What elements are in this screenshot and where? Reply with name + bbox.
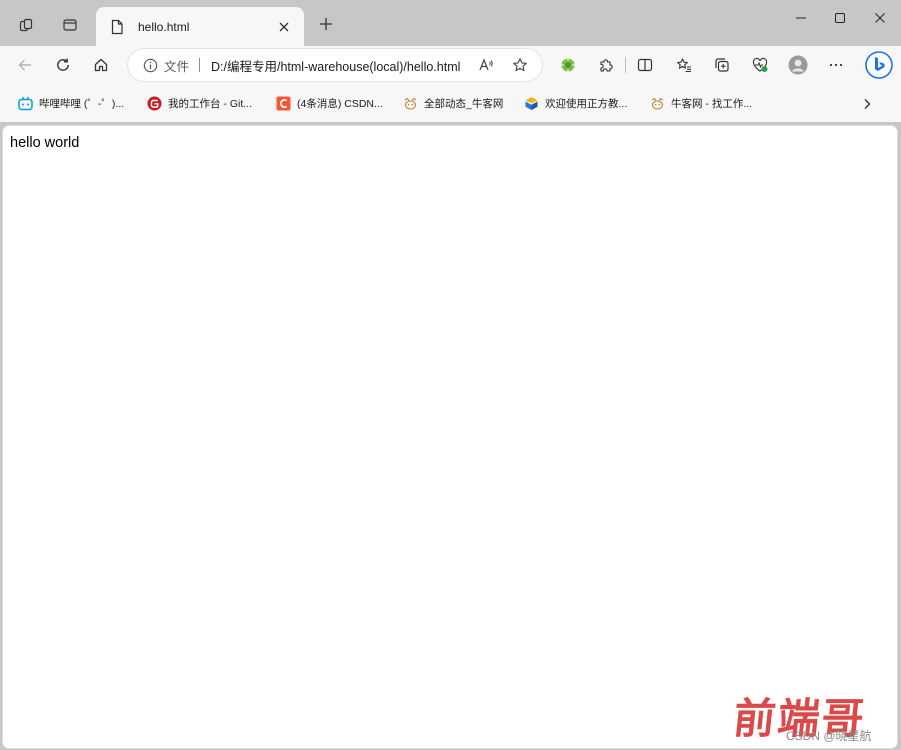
document-icon	[111, 19, 123, 34]
puzzle-icon	[600, 59, 613, 72]
minimize-icon	[796, 17, 806, 19]
minimize-button[interactable]	[779, 4, 823, 32]
scheme-label: 文件	[164, 59, 190, 74]
address-bar[interactable]: 文件 D:/编程专用/html-warehouse(local)/hello.h…	[128, 49, 542, 81]
bookmark-label: 欢迎使用正方教...	[545, 97, 628, 110]
tab-title: hello.html	[138, 19, 190, 34]
watermark-credit: CSDN @晓星航	[786, 729, 872, 743]
back-button[interactable]	[9, 49, 41, 81]
bing-icon	[865, 51, 893, 79]
maximize-icon	[835, 13, 845, 23]
plus-icon	[320, 18, 332, 30]
workspaces-icon	[19, 18, 33, 32]
url-text[interactable]: D:/编程专用/html-warehouse(local)/hello.html	[211, 56, 460, 75]
nowcoder-icon	[403, 96, 418, 111]
toolbar: 文件 D:/编程专用/html-warehouse(local)/hello.h…	[0, 46, 901, 84]
browser-essentials-button[interactable]	[744, 49, 776, 81]
home-button[interactable]	[85, 49, 117, 81]
bookmarks-overflow-button[interactable]	[856, 93, 878, 115]
profile-button[interactable]	[782, 49, 814, 81]
bing-copilot-button[interactable]	[862, 48, 896, 82]
refresh-icon	[57, 58, 69, 71]
bilibili-icon	[18, 96, 33, 111]
split-screen-button[interactable]	[629, 49, 661, 81]
favorites-list-icon	[677, 58, 691, 73]
extension-button[interactable]	[552, 49, 584, 81]
heart-pulse-icon	[752, 57, 768, 72]
bookmark-label: 牛客网 - 找工作...	[671, 97, 753, 110]
window-close-button[interactable]	[858, 4, 901, 32]
bookmark-zhengfang[interactable]: 欢迎使用正方教...	[524, 93, 627, 113]
collections-button[interactable]	[706, 49, 738, 81]
bookmark-nowcoder-jobs[interactable]: 牛客网 - 找工作...	[650, 93, 752, 113]
more-dots-icon	[829, 63, 843, 67]
tab-hello-html[interactable]: hello.html	[96, 7, 304, 46]
bookmark-gitee[interactable]: 我的工作台 - Git...	[147, 93, 252, 113]
new-tab-button[interactable]	[312, 10, 340, 38]
read-aloud-icon	[479, 58, 493, 71]
maximize-button[interactable]	[818, 4, 862, 32]
page-body-text: hello world	[10, 135, 80, 151]
home-icon	[94, 58, 108, 72]
tab-actions-button[interactable]	[53, 8, 87, 42]
favorite-star-button[interactable]	[506, 51, 534, 79]
arrow-left-icon	[18, 59, 31, 71]
bookmark-label: 我的工作台 - Git...	[168, 97, 252, 110]
info-icon	[143, 58, 157, 72]
site-info-button[interactable]	[136, 51, 164, 79]
collections-icon	[715, 58, 729, 72]
bookmark-nowcoder-feed[interactable]: 全部动态_牛客网	[403, 93, 503, 113]
green-extension-icon	[561, 58, 575, 72]
split-screen-icon	[637, 58, 653, 72]
chevron-right-icon	[864, 99, 871, 109]
bookmark-label: (4条消息) CSDN...	[297, 97, 383, 110]
refresh-button[interactable]	[47, 49, 79, 81]
tab-close-button[interactable]	[272, 15, 296, 39]
toolbar-divider	[625, 57, 626, 73]
bookmark-csdn[interactable]: (4条消息) CSDN...	[276, 93, 383, 113]
bookmark-bilibili[interactable]: 哔哩哔哩 (゜-゜)...	[18, 93, 124, 113]
bookmark-label: 全部动态_牛客网	[424, 97, 504, 110]
zhengfang-icon	[524, 96, 539, 111]
csdn-icon	[276, 96, 291, 111]
read-aloud-button[interactable]	[472, 51, 500, 79]
favorites-button[interactable]	[668, 49, 700, 81]
extensions-button[interactable]	[590, 49, 622, 81]
star-icon	[513, 58, 527, 72]
gitee-icon	[147, 96, 162, 111]
close-icon	[875, 13, 885, 23]
page-viewport: hello world	[3, 126, 897, 748]
tab-strip: hello.html	[0, 0, 901, 46]
workspaces-button[interactable]	[9, 8, 43, 42]
bookmarks-bar: 哔哩哔哩 (゜-゜)... 我的工作台 - Git... (4条消息) CSDN…	[0, 84, 901, 122]
address-divider	[199, 58, 201, 72]
close-icon	[279, 22, 289, 31]
nowcoder-icon	[650, 96, 665, 111]
tab-actions-icon	[63, 19, 77, 31]
settings-more-button[interactable]	[820, 49, 852, 81]
avatar-icon	[788, 55, 808, 75]
bookmark-label: 哔哩哔哩 (゜-゜)...	[39, 97, 125, 110]
